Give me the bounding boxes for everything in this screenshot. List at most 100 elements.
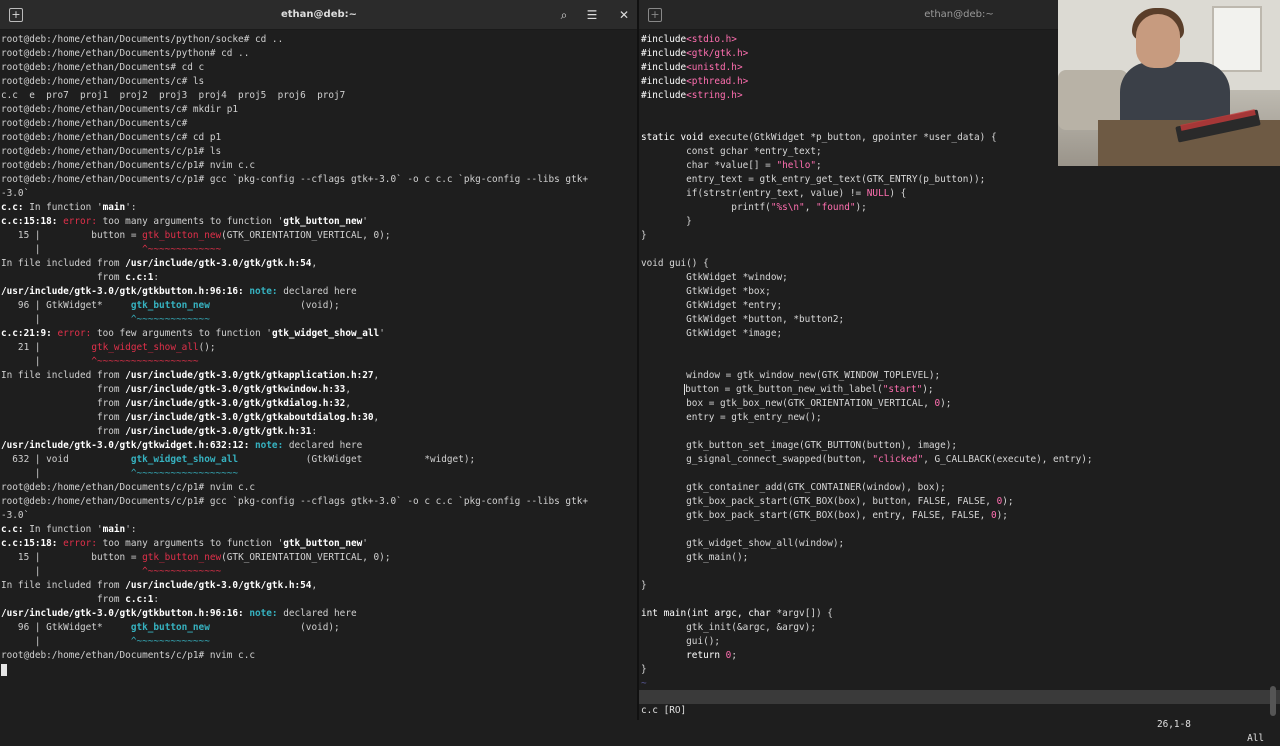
terminal-line-segment: gtk_button_new [130, 622, 210, 633]
code-line-segment: gtk_container_add(GTK_CONTAINER(window),… [641, 482, 946, 493]
code-line: gtk_main(); [639, 551, 1280, 565]
terminal-line: root@deb:/home/ethan/Documents/c/p1# nvi… [0, 159, 637, 173]
code-line: gtk_widget_show_all(window); [639, 537, 1280, 551]
terminal-line: | ^~~~~~~~~~~~~~~~~~~ [0, 467, 637, 481]
terminal-line-segment: /usr/include/gtk-3.0/gtk/gtk.h:54 [125, 580, 312, 591]
terminal-line-segment: main [102, 524, 126, 535]
code-line-segment: *argv[]) { [776, 608, 833, 619]
terminal-line-segment: , [373, 412, 380, 423]
terminal-line-segment: main [102, 202, 126, 213]
terminal-line: 15 | button = gtk_button_new(GTK_ORIENTA… [0, 551, 637, 565]
terminal-output[interactable]: root@deb:/home/ethan/Documents/python/so… [0, 33, 637, 720]
terminal-line: root@deb:/home/ethan/Documents/c/p1# gcc… [0, 173, 637, 187]
terminal-line-segment: ^~~~~~~~~~~~~~ [130, 314, 210, 325]
terminal-line-segment: declared here [288, 440, 363, 451]
menu-icon[interactable]: ☰ [582, 5, 602, 25]
terminal-line: In file included from /usr/include/gtk-3… [0, 257, 637, 271]
terminal-line-segment: (GTK_ORIENTATION_VERTICAL, 0); [221, 552, 391, 563]
scrollbar[interactable] [1270, 686, 1276, 716]
terminal-line-segment: (void); [209, 300, 340, 311]
code-line-segment: window = gtk_window_new(GTK_WINDOW_TOPLE… [641, 370, 941, 381]
code-line-segment [641, 650, 686, 661]
code-line-segment: ~ [641, 678, 647, 687]
right-window-title: ethan@deb:~ [924, 9, 994, 20]
code-line: entry = gtk_entry_new(); [639, 411, 1280, 425]
new-tab-button-right[interactable]: + [648, 8, 662, 22]
terminal-line: /usr/include/gtk-3.0/gtk/gtkwidget.h:632… [0, 439, 637, 453]
terminal-line-segment: c.c:15:18: [1, 216, 64, 227]
code-line: GtkWidget *button, *button2; [639, 313, 1280, 327]
code-line: gtk_container_add(GTK_CONTAINER(window),… [639, 481, 1280, 495]
terminal-line-segment: , [345, 398, 351, 409]
terminal-line-segment: c.c: [1, 202, 24, 213]
code-line-segment: ); [996, 510, 1008, 521]
terminal-line-segment: gtk_widget_show_all [271, 328, 380, 339]
terminal-line-segment: root@deb:/home/ethan/Documents/python# c… [1, 48, 250, 59]
code-line-segment: gtk_box_pack_start(GTK_BOX(box), button,… [641, 496, 997, 507]
statusline-scroll-indicator: All [1247, 733, 1264, 744]
terminal-line-segment: from [1, 398, 126, 409]
terminal-cursor [1, 663, 7, 676]
terminal-line-segment: /usr/include/gtk-3.0/gtk/gtkwindow.h:33 [125, 384, 346, 395]
code-line: box = gtk_box_new(GTK_ORIENTATION_VERTIC… [639, 397, 1280, 411]
code-line-segment: gtk_main(); [641, 552, 749, 563]
terminal-line-segment: gtk_button_new [142, 552, 222, 563]
terminal-line: root@deb:/home/ethan/Documents/c# [0, 117, 637, 131]
code-line-segment: #include [641, 62, 687, 73]
code-line-segment: char *value[] = [641, 160, 777, 171]
code-line-segment: return [686, 650, 726, 661]
terminal-line-segment: ': [125, 202, 137, 213]
code-line: window = gtk_window_new(GTK_WINDOW_TOPLE… [639, 369, 1280, 383]
terminal-line-segment: 96 | GtkWidget* [1, 622, 131, 633]
code-line: ~ [639, 677, 1280, 687]
code-line-segment: <unistd.h> [686, 62, 743, 73]
code-line-segment: gui(); [641, 636, 721, 647]
terminal-line: | ^~~~~~~~~~~~~~ [0, 635, 637, 649]
terminal-line-segment: /usr/include/gtk-3.0/gtk/gtkaboutdialog.… [125, 412, 374, 423]
terminal-line-segment: In file included from [1, 580, 126, 591]
code-line-segment: execute(GtkWidget *p_button, gpointer *u… [708, 132, 997, 143]
code-line-segment: "%s\n" [770, 202, 805, 213]
terminal-line-segment: root@deb:/home/ethan/Documents/c/p1# nvi… [1, 482, 255, 493]
terminal-line-segment: In function ' [23, 202, 103, 213]
terminal-line: c.c e pro7 proj1 proj2 proj3 proj4 proj5… [0, 89, 637, 103]
terminal-line-segment: : [153, 594, 160, 605]
terminal-line-segment: too many arguments to function ' [102, 538, 284, 549]
terminal-line-segment: gtk_widget_show_all [91, 342, 199, 353]
terminal-line: 96 | GtkWidget* gtk_button_new (void); [0, 621, 637, 635]
terminal-line-segment: /usr/include/gtk-3.0/gtk/gtkwidget.h:632… [1, 440, 255, 451]
code-line-segment: ; [815, 160, 822, 171]
terminal-line: root@deb:/home/ethan/Documents/c# mkdir … [0, 103, 637, 117]
code-line: g_signal_connect_swapped(button, "clicke… [639, 453, 1280, 467]
terminal-line: /usr/include/gtk-3.0/gtk/gtkbutton.h:96:… [0, 607, 637, 621]
terminal-line-segment: | [1, 356, 92, 367]
terminal-line-segment: : [311, 426, 318, 437]
code-line: button = gtk_button_new_with_label("star… [639, 383, 1280, 397]
terminal-line-segment: too many arguments to function ' [102, 216, 284, 227]
search-icon[interactable]: ⌕ [554, 5, 574, 25]
webcam-overlay [1058, 0, 1280, 166]
code-line-segment: box = gtk_box_new(GTK_ORIENTATION_VERTIC… [641, 398, 935, 409]
terminal-line-segment: ^~~~~~~~~~~~~~ [142, 566, 222, 577]
code-line-segment: button [684, 384, 720, 395]
terminal-line-segment: too few arguments to function ' [96, 328, 272, 339]
terminal-line-segment: -3.0` [1, 188, 30, 199]
terminal-line-segment: In file included from [1, 370, 126, 381]
code-line-segment: entry = gtk_entry_new(); [641, 412, 822, 423]
code-line-segment: <gtk/gtk.h> [686, 48, 749, 59]
terminal-line-segment: from [1, 426, 126, 437]
code-line-segment: GtkWidget *button, *button2; [641, 314, 845, 325]
terminal-line-segment: c.c: [1, 524, 24, 535]
code-line: gtk_init(&argc, &argv); [639, 621, 1280, 635]
new-tab-button[interactable]: + [9, 8, 23, 22]
terminal-line-segment: , [373, 370, 380, 381]
terminal-line: c.c:21:9: error: too few arguments to fu… [0, 327, 637, 341]
code-line: GtkWidget *entry; [639, 299, 1280, 313]
code-line-segment: GtkWidget *entry; [641, 300, 783, 311]
terminal-line-segment: In function ' [23, 524, 103, 535]
terminal-line-segment: gtk_button_new [130, 300, 210, 311]
terminal-line-segment: | [1, 468, 131, 479]
close-icon[interactable]: ✕ [614, 5, 634, 25]
terminal-line-segment: /usr/include/gtk-3.0/gtk/gtkdialog.h:32 [125, 398, 346, 409]
